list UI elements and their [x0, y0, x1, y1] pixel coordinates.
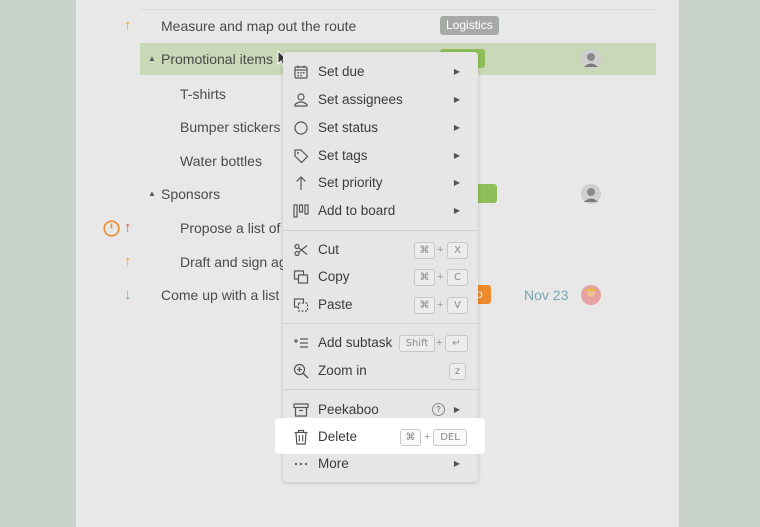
- trash-icon: [294, 429, 308, 445]
- task-title: Water bottles: [180, 153, 262, 169]
- task-title: Sponsors: [161, 186, 221, 202]
- archive-icon: [293, 403, 309, 417]
- add-subtask-icon: [294, 338, 308, 348]
- menu-item-set-status[interactable]: Set status ▶: [283, 115, 478, 141]
- menu-item-label: Copy: [318, 269, 350, 284]
- scissors-icon: [294, 243, 308, 257]
- task-title: Draft and sign agr: [180, 254, 292, 270]
- submenu-arrow-icon: ▶: [453, 206, 460, 215]
- collapse-triangle-icon[interactable]: ▲: [148, 179, 156, 209]
- task-title: Promotional items: [161, 51, 274, 67]
- shortcut-key: X: [447, 242, 468, 259]
- menu-item-paste[interactable]: Paste ⌘ + V: [283, 292, 478, 318]
- menu-item-label: Add subtask: [318, 335, 393, 350]
- more-icon: [294, 462, 308, 466]
- shortcut-key: ⌘: [400, 429, 421, 446]
- shortcut-key: z: [449, 363, 466, 380]
- task-row[interactable]: ↑ Measure and map out the route Logistic…: [0, 11, 760, 41]
- menu-item-label: Delete: [318, 429, 358, 444]
- task-title: T-shirts: [180, 86, 226, 102]
- person-icon: [294, 93, 308, 107]
- arrow-up-icon: [296, 176, 306, 190]
- shortcut-key: ⌘: [414, 297, 435, 314]
- task-title: Propose a list of s: [180, 220, 292, 236]
- shortcut-plus: +: [437, 299, 444, 311]
- submenu-arrow-icon: ▶: [453, 67, 460, 76]
- shortcut-key: ⌘: [414, 242, 435, 259]
- menu-divider: [283, 323, 478, 324]
- circle-icon: [294, 121, 308, 135]
- task-title: Measure and map out the route: [161, 18, 357, 34]
- menu-item-add-to-board[interactable]: Add to board ▶: [283, 198, 478, 224]
- shortcut-key: V: [447, 297, 468, 314]
- paste-icon: [293, 298, 309, 312]
- shortcut-key: ⌘: [414, 269, 435, 286]
- submenu-arrow-icon: ▶: [453, 123, 460, 132]
- priority-down-icon: ↓: [124, 286, 132, 303]
- board-icon: [293, 204, 309, 218]
- menu-item-set-assignees[interactable]: Set assignees ▶: [283, 87, 478, 113]
- help-icon[interactable]: ?: [432, 403, 445, 416]
- menu-item-label: Zoom in: [318, 363, 367, 378]
- shortcut-key: Shift: [399, 335, 435, 352]
- avatar[interactable]: [581, 49, 601, 69]
- menu-item-zoom-in[interactable]: Zoom in z: [283, 358, 478, 384]
- menu-divider: [283, 230, 478, 231]
- zoom-in-icon: [293, 363, 309, 379]
- menu-item-cut[interactable]: Cut ⌘ + X: [283, 237, 478, 263]
- menu-item-label: Set priority: [318, 175, 383, 190]
- submenu-arrow-icon: ▶: [453, 95, 460, 104]
- shortcut-plus: +: [437, 244, 444, 256]
- menu-item-label: Paste: [318, 297, 353, 312]
- priority-up-icon: ↑: [124, 17, 132, 34]
- copy-icon: [293, 270, 309, 284]
- menu-item-set-tags[interactable]: Set tags ▶: [283, 143, 478, 169]
- shortcut-key: DEL: [433, 429, 467, 446]
- task-title: Come up with a list c: [161, 287, 291, 303]
- menu-item-more[interactable]: More ▶: [283, 451, 478, 477]
- row-divider: [140, 9, 656, 10]
- shortcut-plus: +: [437, 271, 444, 283]
- shortcut-plus: +: [424, 431, 431, 443]
- menu-divider: [283, 389, 478, 390]
- due-date[interactable]: Nov 23: [524, 280, 568, 310]
- menu-item-label: Set assignees: [318, 92, 403, 107]
- menu-item-set-due[interactable]: Set due ▶: [283, 59, 478, 85]
- timer-icon[interactable]: [103, 220, 120, 242]
- shortcut-plus: +: [436, 337, 443, 349]
- menu-item-add-subtask[interactable]: Add subtask Shift + ↵: [283, 330, 478, 356]
- priority-up-icon: ↑: [124, 253, 132, 270]
- tag-icon: [294, 149, 309, 164]
- calendar-icon: [294, 65, 308, 79]
- menu-item-delete[interactable]: Delete ⌘ + DEL: [283, 424, 478, 450]
- submenu-arrow-icon: ▶: [453, 151, 460, 160]
- tag-badge[interactable]: Logistics: [440, 16, 499, 35]
- avatar[interactable]: [581, 285, 601, 305]
- priority-up-icon: ↑: [124, 219, 132, 236]
- task-title: Bumper stickers: [180, 119, 281, 135]
- menu-item-label: Set tags: [318, 148, 368, 163]
- collapse-triangle-icon[interactable]: ▲: [148, 44, 156, 74]
- menu-item-label: Set due: [318, 64, 365, 79]
- menu-item-set-priority[interactable]: Set priority ▶: [283, 170, 478, 196]
- submenu-arrow-icon: ▶: [453, 178, 460, 187]
- menu-item-label: Set status: [318, 120, 379, 135]
- submenu-arrow-icon: ▶: [453, 459, 460, 468]
- menu-item-label: Cut: [318, 242, 340, 257]
- avatar[interactable]: [581, 184, 601, 204]
- menu-item-label: Add to board: [318, 203, 396, 218]
- shortcut-key: C: [447, 269, 468, 286]
- menu-item-label: More: [318, 456, 349, 471]
- menu-item-copy[interactable]: Copy ⌘ + C: [283, 264, 478, 290]
- shortcut-key: ↵: [445, 335, 468, 352]
